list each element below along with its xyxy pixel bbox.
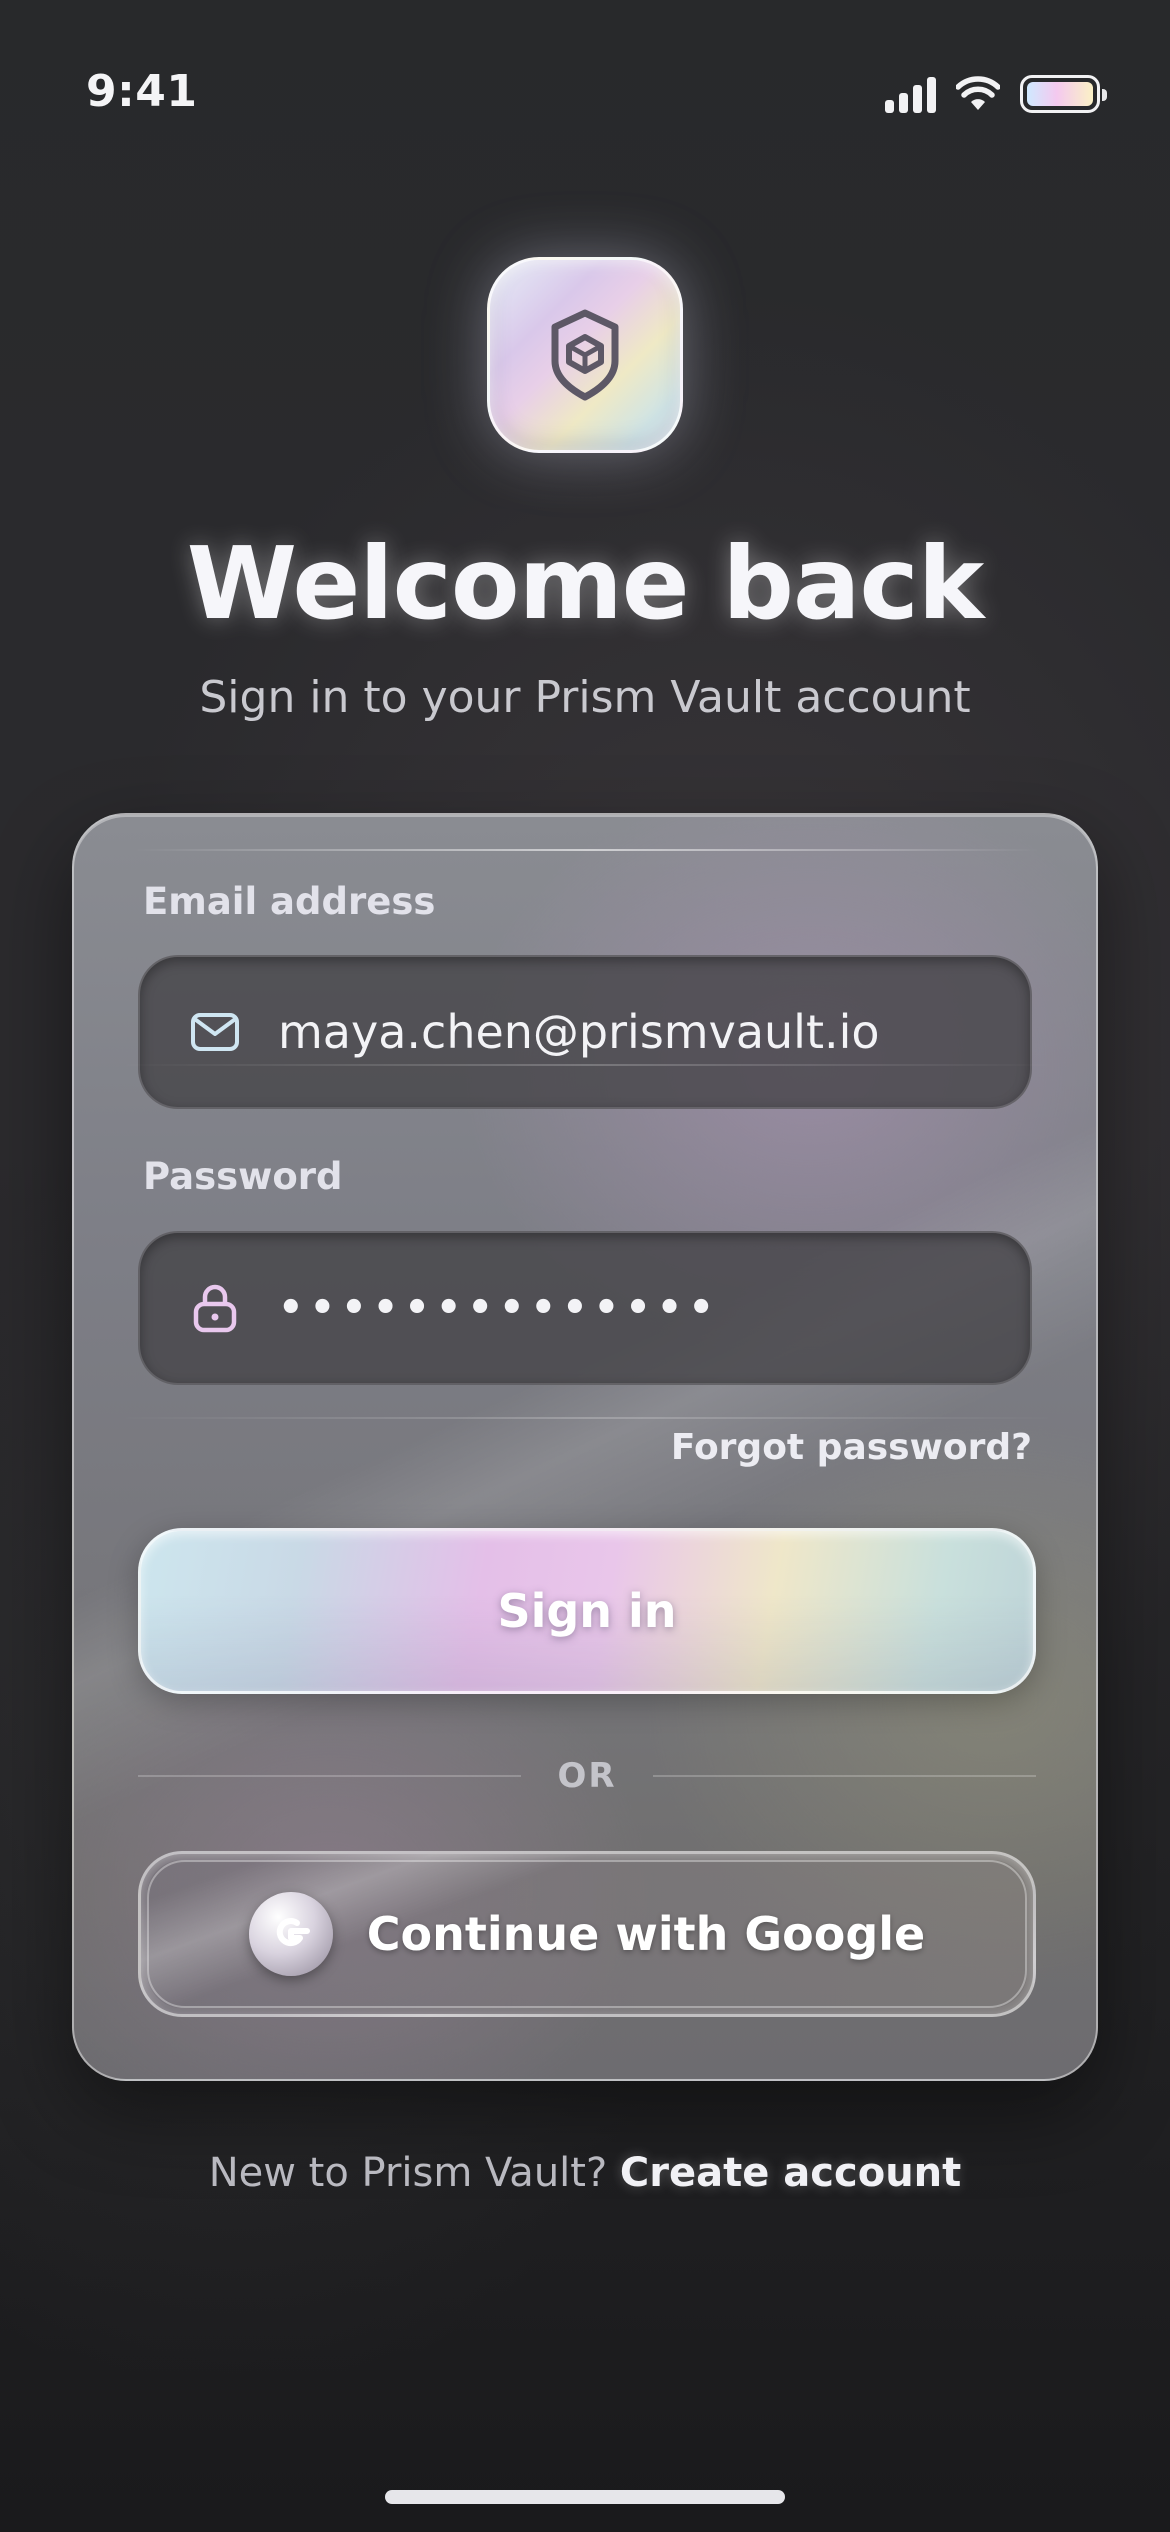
email-value: maya.chen@prismvault.io — [278, 1005, 880, 1059]
app-logo — [487, 257, 683, 453]
sign-in-card: Email address maya.chen@prismvault.io Pa… — [72, 813, 1098, 2081]
create-account-link[interactable]: Create account — [620, 2150, 961, 2196]
battery-icon — [1020, 75, 1107, 113]
email-label: Email address — [143, 880, 436, 923]
divider — [118, 1417, 1056, 1419]
mail-icon — [190, 1007, 240, 1057]
battery-level — [1027, 82, 1093, 106]
card-sheen — [134, 849, 1040, 851]
sign-in-button[interactable]: Sign in — [138, 1528, 1036, 1694]
google-icon — [248, 1892, 333, 1976]
cellular-signal-icon — [885, 75, 936, 113]
password-label: Password — [143, 1155, 343, 1198]
status-icons — [885, 70, 1107, 118]
page-subtitle: Sign in to your Prism Vault account — [199, 672, 971, 723]
continue-with-google-button[interactable]: Continue with Google — [138, 1851, 1036, 2017]
google-label: Continue with Google — [366, 1907, 926, 1961]
lock-icon — [190, 1283, 240, 1333]
forgot-password-link[interactable]: Forgot password? — [671, 1427, 1032, 1468]
password-field[interactable]: •••••••••••••• — [138, 1231, 1032, 1385]
shield-cube-icon — [551, 309, 619, 401]
sign-in-label: Sign in — [497, 1584, 677, 1638]
home-indicator[interactable] — [385, 2490, 785, 2504]
wifi-icon — [956, 76, 1000, 110]
divider — [118, 1064, 1056, 1066]
email-field[interactable]: maya.chen@prismvault.io — [138, 955, 1032, 1109]
page-title: Welcome back — [186, 525, 985, 642]
or-text: OR — [557, 1756, 617, 1796]
or-line-right — [652, 1775, 1036, 1777]
or-line-left — [138, 1775, 522, 1777]
footer-prompt: New to Prism Vault? — [208, 2150, 608, 2196]
footer: New to Prism Vault? Create account — [0, 2150, 1170, 2196]
or-divider: OR — [138, 1751, 1036, 1801]
status-time: 9:41 — [86, 66, 198, 117]
status-bar: 9:41 — [0, 0, 1170, 190]
password-value: •••••••••••••• — [278, 1285, 720, 1331]
